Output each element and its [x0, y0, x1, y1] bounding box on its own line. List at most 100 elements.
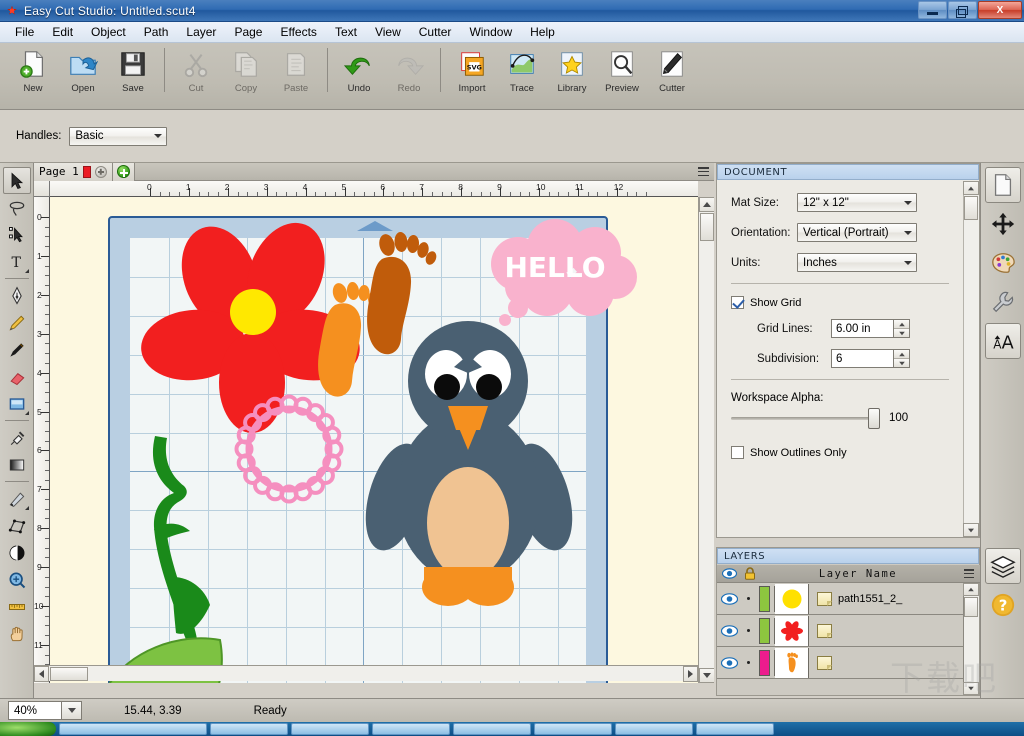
- workspace-alpha-slider[interactable]: [731, 417, 875, 420]
- slider-thumb[interactable]: [868, 408, 880, 429]
- grid-lines-input[interactable]: [831, 319, 893, 338]
- rectangle-tool[interactable]: [3, 390, 31, 417]
- taskbar-item-4[interactable]: [372, 723, 450, 735]
- taskbar-item-1[interactable]: [59, 723, 207, 735]
- page-color-swatch[interactable]: [83, 166, 91, 178]
- panel-scroll-up[interactable]: [963, 181, 979, 195]
- canvas-vertical-scrollbar[interactable]: [698, 197, 714, 683]
- panel-scroll-thumb[interactable]: [964, 196, 978, 220]
- vertical-scroll-thumb[interactable]: [700, 213, 714, 241]
- layer-visibility-toggle[interactable]: [717, 625, 741, 637]
- layer-lock-dot[interactable]: [741, 597, 755, 600]
- maximize-button[interactable]: [948, 1, 977, 19]
- scroll-left-button[interactable]: [34, 666, 49, 682]
- panel-scroll-down[interactable]: [963, 523, 979, 537]
- toolbar-trace-button[interactable]: Trace: [497, 46, 547, 94]
- taskbar-item-8[interactable]: [696, 723, 774, 735]
- orientation-select[interactable]: Vertical (Portrait): [797, 223, 917, 242]
- horizontal-scroll-thumb[interactable]: [50, 667, 88, 681]
- knife-tool[interactable]: [3, 485, 31, 512]
- menu-item-file[interactable]: File: [6, 23, 43, 41]
- toolbar-import-button[interactable]: SVGImport: [447, 46, 497, 94]
- scroll-down-button[interactable]: [699, 668, 715, 683]
- layer-row[interactable]: [717, 615, 965, 647]
- design-viewport[interactable]: HELLO: [50, 197, 698, 683]
- lasso-select-tool[interactable]: [3, 194, 31, 221]
- layers-scroll-down[interactable]: [963, 682, 979, 695]
- show-outlines-row[interactable]: Show Outlines Only: [731, 446, 963, 459]
- taskbar-item-3[interactable]: [291, 723, 369, 735]
- layers-list[interactable]: path1551_2_: [717, 583, 965, 695]
- text-tool[interactable]: T: [3, 248, 31, 275]
- taskbar-item-6[interactable]: [534, 723, 612, 735]
- vertical-ruler[interactable]: 01234567891011: [34, 197, 50, 683]
- grid-lines-increment[interactable]: [894, 320, 909, 329]
- eyedropper-tool[interactable]: [3, 424, 31, 451]
- mirror-tool[interactable]: [3, 539, 31, 566]
- show-grid-checkbox[interactable]: [731, 296, 744, 309]
- taskbar-item-2[interactable]: [210, 723, 288, 735]
- menu-item-path[interactable]: Path: [135, 23, 178, 41]
- zoom-tool[interactable]: [3, 566, 31, 593]
- show-outlines-checkbox[interactable]: [731, 446, 744, 459]
- pencil-tool[interactable]: [3, 309, 31, 336]
- page-tab-1[interactable]: Page 1: [34, 163, 113, 181]
- start-button[interactable]: [0, 722, 56, 736]
- document-panel-scrollbar[interactable]: [963, 181, 979, 537]
- brush-tool[interactable]: [3, 336, 31, 363]
- subdivision-stepper[interactable]: [831, 349, 910, 368]
- toolbar-library-button[interactable]: Library: [547, 46, 597, 94]
- menu-item-layer[interactable]: Layer: [177, 23, 225, 41]
- layer-thumbnail[interactable]: [775, 648, 809, 678]
- layer-lock-dot[interactable]: [741, 661, 755, 664]
- menu-item-edit[interactable]: Edit: [43, 23, 82, 41]
- gradient-tool[interactable]: [3, 451, 31, 478]
- node-edit-tool[interactable]: [3, 221, 31, 248]
- layer-thumbnail[interactable]: [775, 584, 809, 614]
- menu-item-view[interactable]: View: [366, 23, 410, 41]
- subdivision-increment[interactable]: [894, 350, 909, 359]
- help-button[interactable]: ?: [985, 587, 1021, 623]
- layer-row[interactable]: [717, 647, 965, 679]
- toolbar-open-button[interactable]: Open: [58, 46, 108, 94]
- measure-tool[interactable]: [3, 593, 31, 620]
- add-page-button[interactable]: [113, 163, 135, 181]
- menu-item-page[interactable]: Page: [225, 23, 271, 41]
- document-panel-button[interactable]: [985, 167, 1021, 203]
- ruler-corner[interactable]: [34, 181, 50, 197]
- layer-color-swatch[interactable]: [755, 650, 775, 676]
- close-button[interactable]: X: [978, 1, 1022, 19]
- document-panel-header[interactable]: DOCUMENT: [717, 164, 979, 180]
- layer-color-swatch[interactable]: [755, 618, 775, 644]
- zoom-level-select[interactable]: 40%: [8, 701, 82, 720]
- layer-color-swatch[interactable]: [755, 586, 775, 612]
- toolbar-preview-button[interactable]: Preview: [597, 46, 647, 94]
- menu-item-window[interactable]: Window: [460, 23, 521, 41]
- layers-panel-header[interactable]: LAYERS: [717, 548, 979, 564]
- layers-panel-button[interactable]: [985, 548, 1021, 584]
- grid-lines-stepper[interactable]: [831, 319, 910, 338]
- select-arrow-tool[interactable]: [3, 167, 31, 194]
- menu-item-effects[interactable]: Effects: [271, 23, 325, 41]
- scroll-up-button[interactable]: [699, 197, 715, 212]
- subdivision-input[interactable]: [831, 349, 893, 368]
- horizontal-ruler[interactable]: 0123456789101112: [50, 181, 698, 197]
- toolbar-save-button[interactable]: Save: [108, 46, 158, 94]
- layer-thumbnail[interactable]: [775, 616, 809, 646]
- layers-scroll-thumb[interactable]: [964, 597, 978, 617]
- menu-item-help[interactable]: Help: [521, 23, 564, 41]
- units-select[interactable]: Inches: [797, 253, 917, 272]
- eraser-tool[interactable]: [3, 363, 31, 390]
- menu-item-object[interactable]: Object: [82, 23, 135, 41]
- menu-item-text[interactable]: Text: [326, 23, 366, 41]
- layer-visibility-toggle[interactable]: [717, 657, 741, 669]
- handles-select[interactable]: Basic: [69, 127, 167, 146]
- canvas-horizontal-scrollbar[interactable]: [34, 665, 698, 681]
- layer-row[interactable]: path1551_2_: [717, 583, 965, 615]
- toolbar-cutter-button[interactable]: Cutter: [647, 46, 697, 94]
- layer-name-cell[interactable]: [809, 624, 965, 638]
- eye-visibility-icon[interactable]: [717, 568, 741, 579]
- pen-tool[interactable]: [3, 282, 31, 309]
- settings-panel-button[interactable]: [985, 284, 1021, 320]
- pan-hand-tool[interactable]: [3, 620, 31, 647]
